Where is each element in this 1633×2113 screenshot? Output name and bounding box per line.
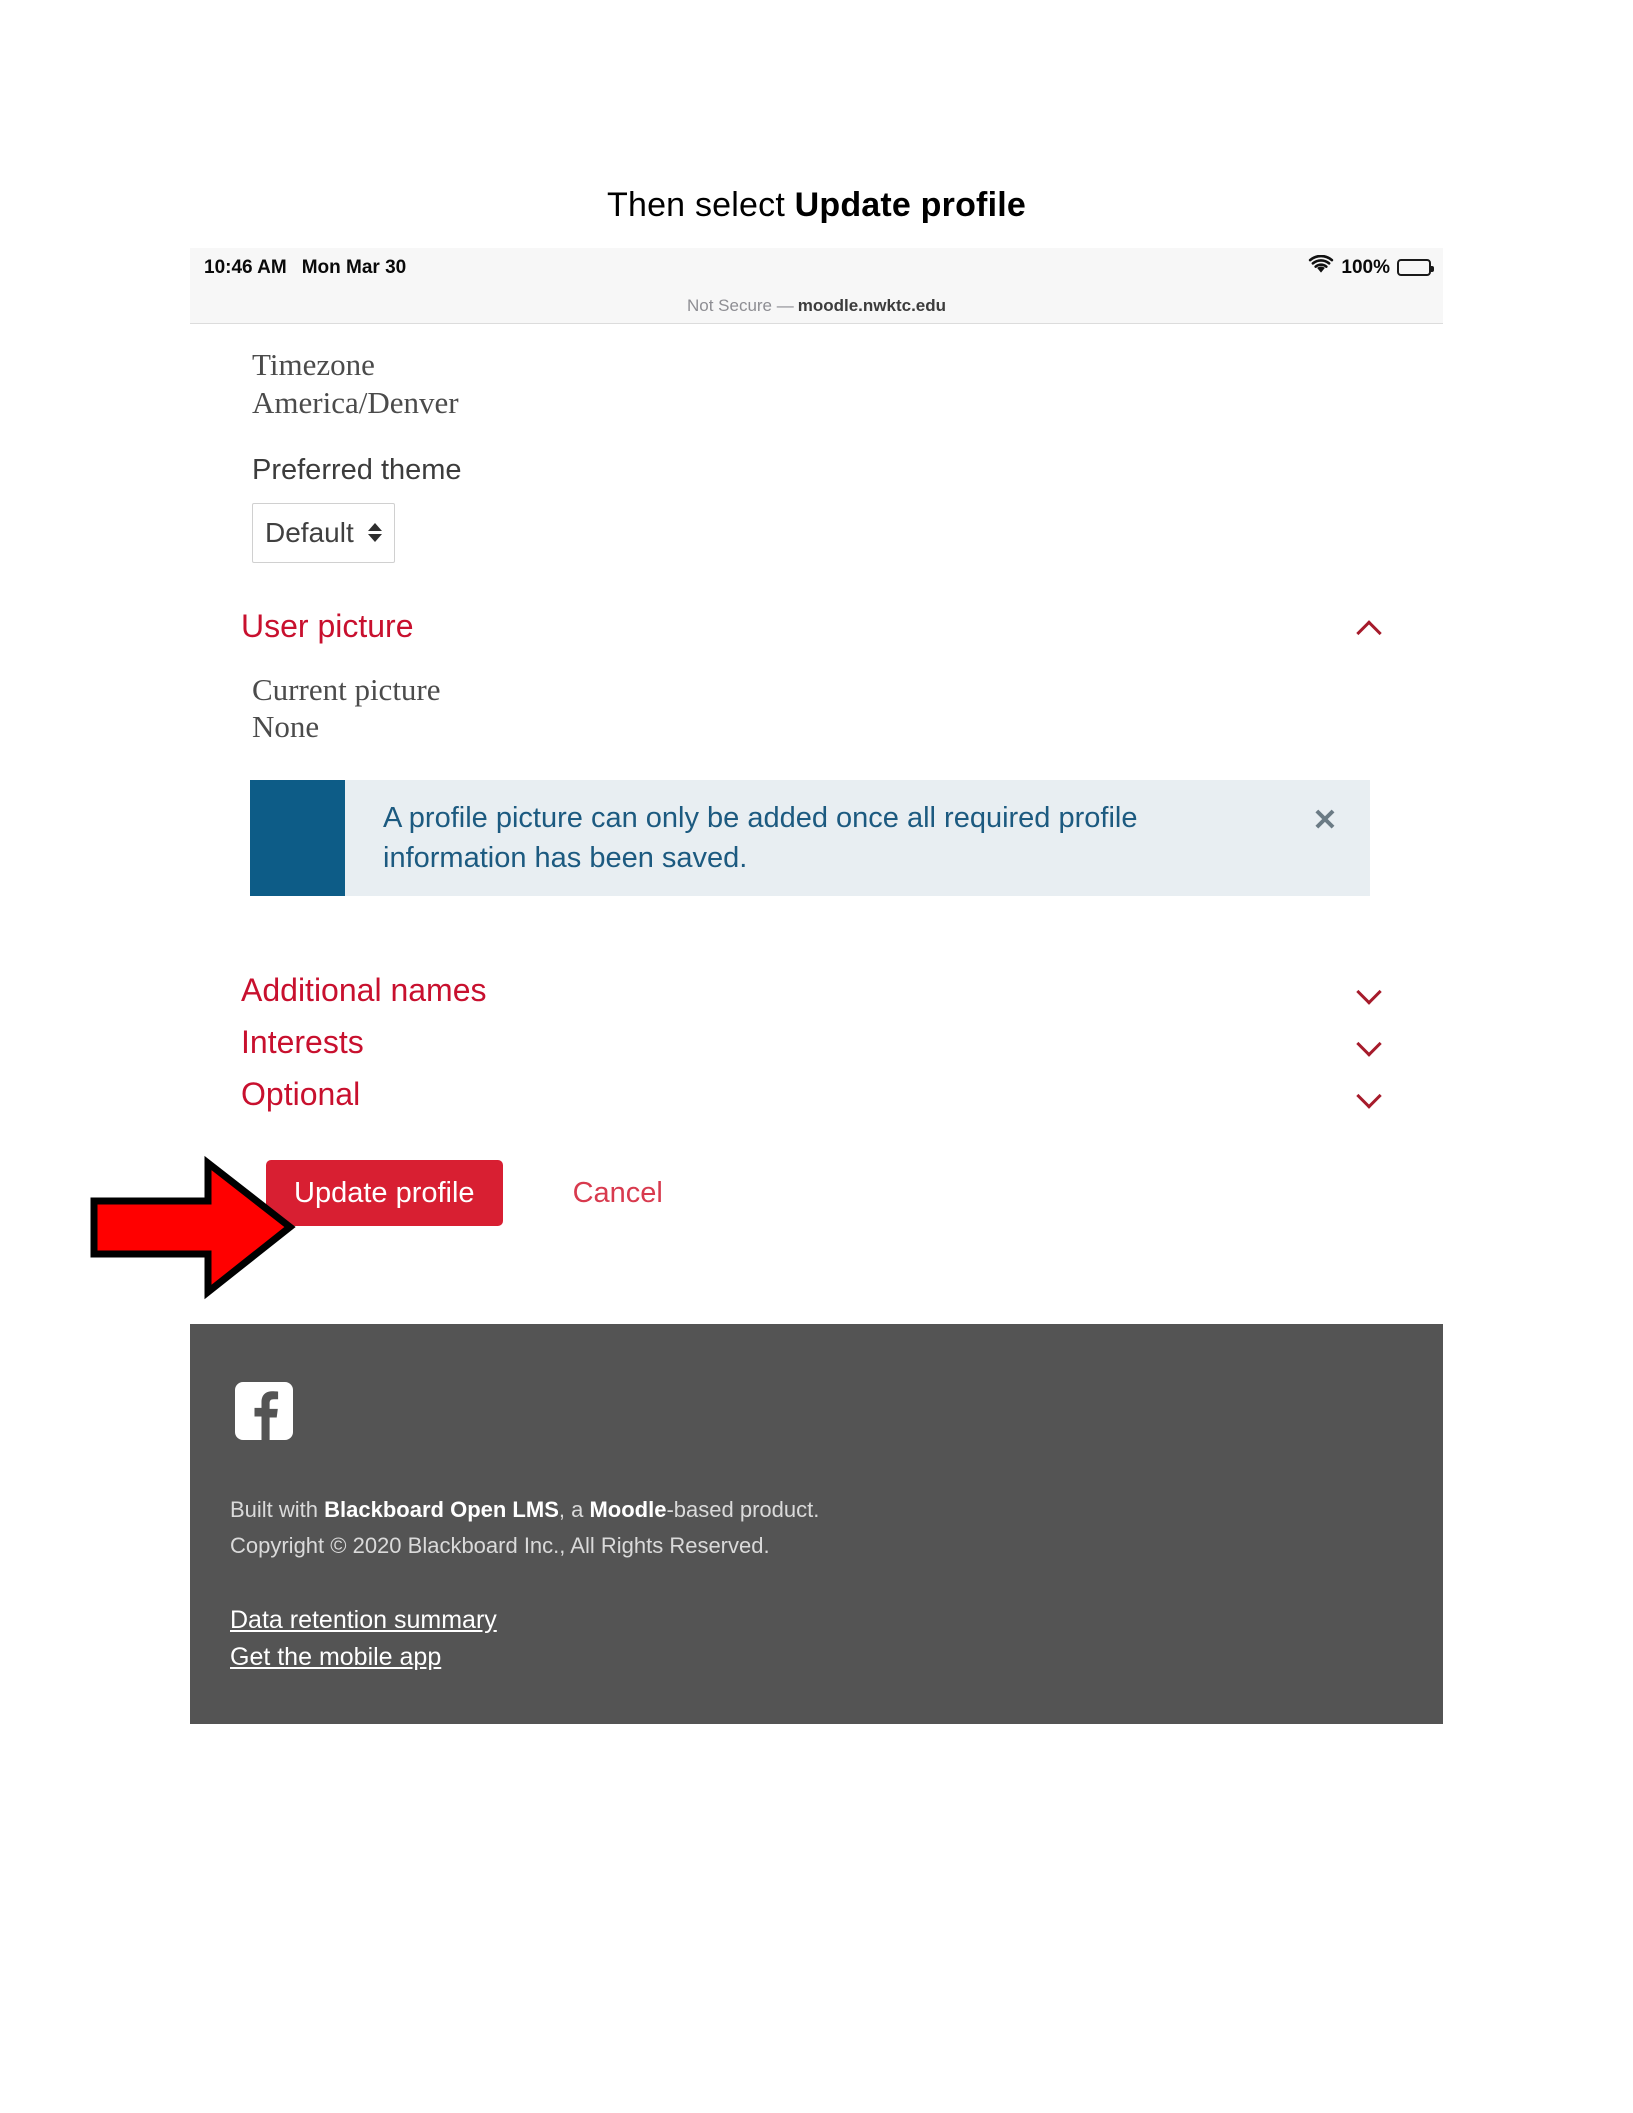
footer-links: Data retention summary Get the mobile ap…: [230, 1606, 1443, 1672]
instruction-prefix: Then select: [607, 186, 795, 224]
battery-percent-label: 100%: [1341, 256, 1390, 278]
preferred-theme-selected-value: Default: [265, 516, 354, 548]
ios-status-bar: 10:46 AM Mon Mar 30 100%: [190, 248, 1443, 288]
alert-accent-bar: [250, 780, 345, 897]
url-host: moodle.nwktc.edu: [797, 295, 947, 315]
form-actions: Update profile Cancel: [190, 1158, 1443, 1228]
timezone-field: Timezone America/Denver: [190, 324, 1443, 422]
chevron-down-icon[interactable]: [1357, 1029, 1383, 1055]
section-title: Interests: [241, 1023, 364, 1060]
status-bar-right: 100%: [1308, 254, 1434, 280]
instruction-caption: Then select Update profile: [0, 186, 1633, 225]
section-title: Additional names: [241, 971, 487, 1008]
section-header-additional-names[interactable]: Additional names: [190, 960, 1443, 1020]
status-bar-left: 10:46 AM Mon Mar 30: [204, 257, 406, 279]
not-secure-label: Not Secure —: [686, 295, 794, 315]
current-picture-label: Current picture: [252, 671, 441, 707]
built-with-brand: Blackboard Open LMS: [324, 1497, 559, 1523]
section-header-user-picture[interactable]: User picture: [190, 597, 1443, 657]
cancel-link[interactable]: Cancel: [573, 1177, 663, 1210]
page-content: Timezone America/Denver Preferred theme …: [190, 324, 1443, 1724]
chevron-up-icon[interactable]: [1357, 614, 1383, 640]
site-footer: Built with Blackboard Open LMS, a Moodle…: [190, 1324, 1443, 1724]
timezone-label: Timezone: [252, 347, 375, 382]
section-header-optional[interactable]: Optional: [190, 1064, 1443, 1124]
section-header-interests[interactable]: Interests: [190, 1012, 1443, 1072]
built-with-suffix: -based product.: [666, 1497, 820, 1523]
battery-full-icon: [1397, 259, 1434, 276]
update-profile-button[interactable]: Update profile: [266, 1160, 503, 1227]
status-date: Mon Mar 30: [301, 257, 407, 278]
built-with-prefix: Built with: [230, 1497, 325, 1523]
close-icon: ✕: [1312, 804, 1338, 838]
instruction-emphasis: Update profile: [794, 186, 1026, 224]
chevron-down-icon[interactable]: [1357, 977, 1383, 1003]
section-title: User picture: [241, 608, 414, 645]
section-title: Optional: [241, 1075, 361, 1112]
built-with-mid: , a: [558, 1497, 590, 1523]
footer-built-with: Built with Blackboard Open LMS, a Moodle…: [230, 1492, 970, 1563]
status-time: 10:46 AM: [204, 257, 287, 278]
footer-copyright: Copyright © 2020 Blackboard Inc., All Ri…: [230, 1532, 770, 1558]
footer-link-get-the-mobile-app[interactable]: Get the mobile app: [230, 1643, 441, 1672]
timezone-value: America/Denver: [252, 384, 459, 420]
facebook-icon[interactable]: [235, 1382, 293, 1441]
wifi-icon: [1308, 254, 1334, 280]
preferred-theme-field: Preferred theme Default: [190, 422, 1443, 563]
browser-url-bar[interactable]: Not Secure — moodle.nwktc.edu: [190, 288, 1443, 324]
alert-body: A profile picture can only be added once…: [345, 780, 1280, 896]
current-picture-field: Current picture None: [190, 657, 1443, 747]
footer-link-data-retention-summary[interactable]: Data retention summary: [230, 1606, 497, 1635]
ipad-browser-screenshot: 10:46 AM Mon Mar 30 100% Not Secure — moo…: [190, 248, 1443, 1934]
info-alert: A profile picture can only be added once…: [250, 780, 1370, 897]
select-updown-arrows-icon: [368, 523, 382, 543]
current-picture-value: None: [252, 709, 320, 745]
alert-message: A profile picture can only be added once…: [383, 802, 1138, 875]
preferred-theme-select[interactable]: Default: [252, 502, 395, 563]
built-with-product: Moodle: [589, 1497, 667, 1523]
chevron-down-icon[interactable]: [1357, 1081, 1383, 1107]
alert-close-button[interactable]: ✕: [1280, 780, 1370, 896]
preferred-theme-label: Preferred theme: [252, 453, 462, 486]
